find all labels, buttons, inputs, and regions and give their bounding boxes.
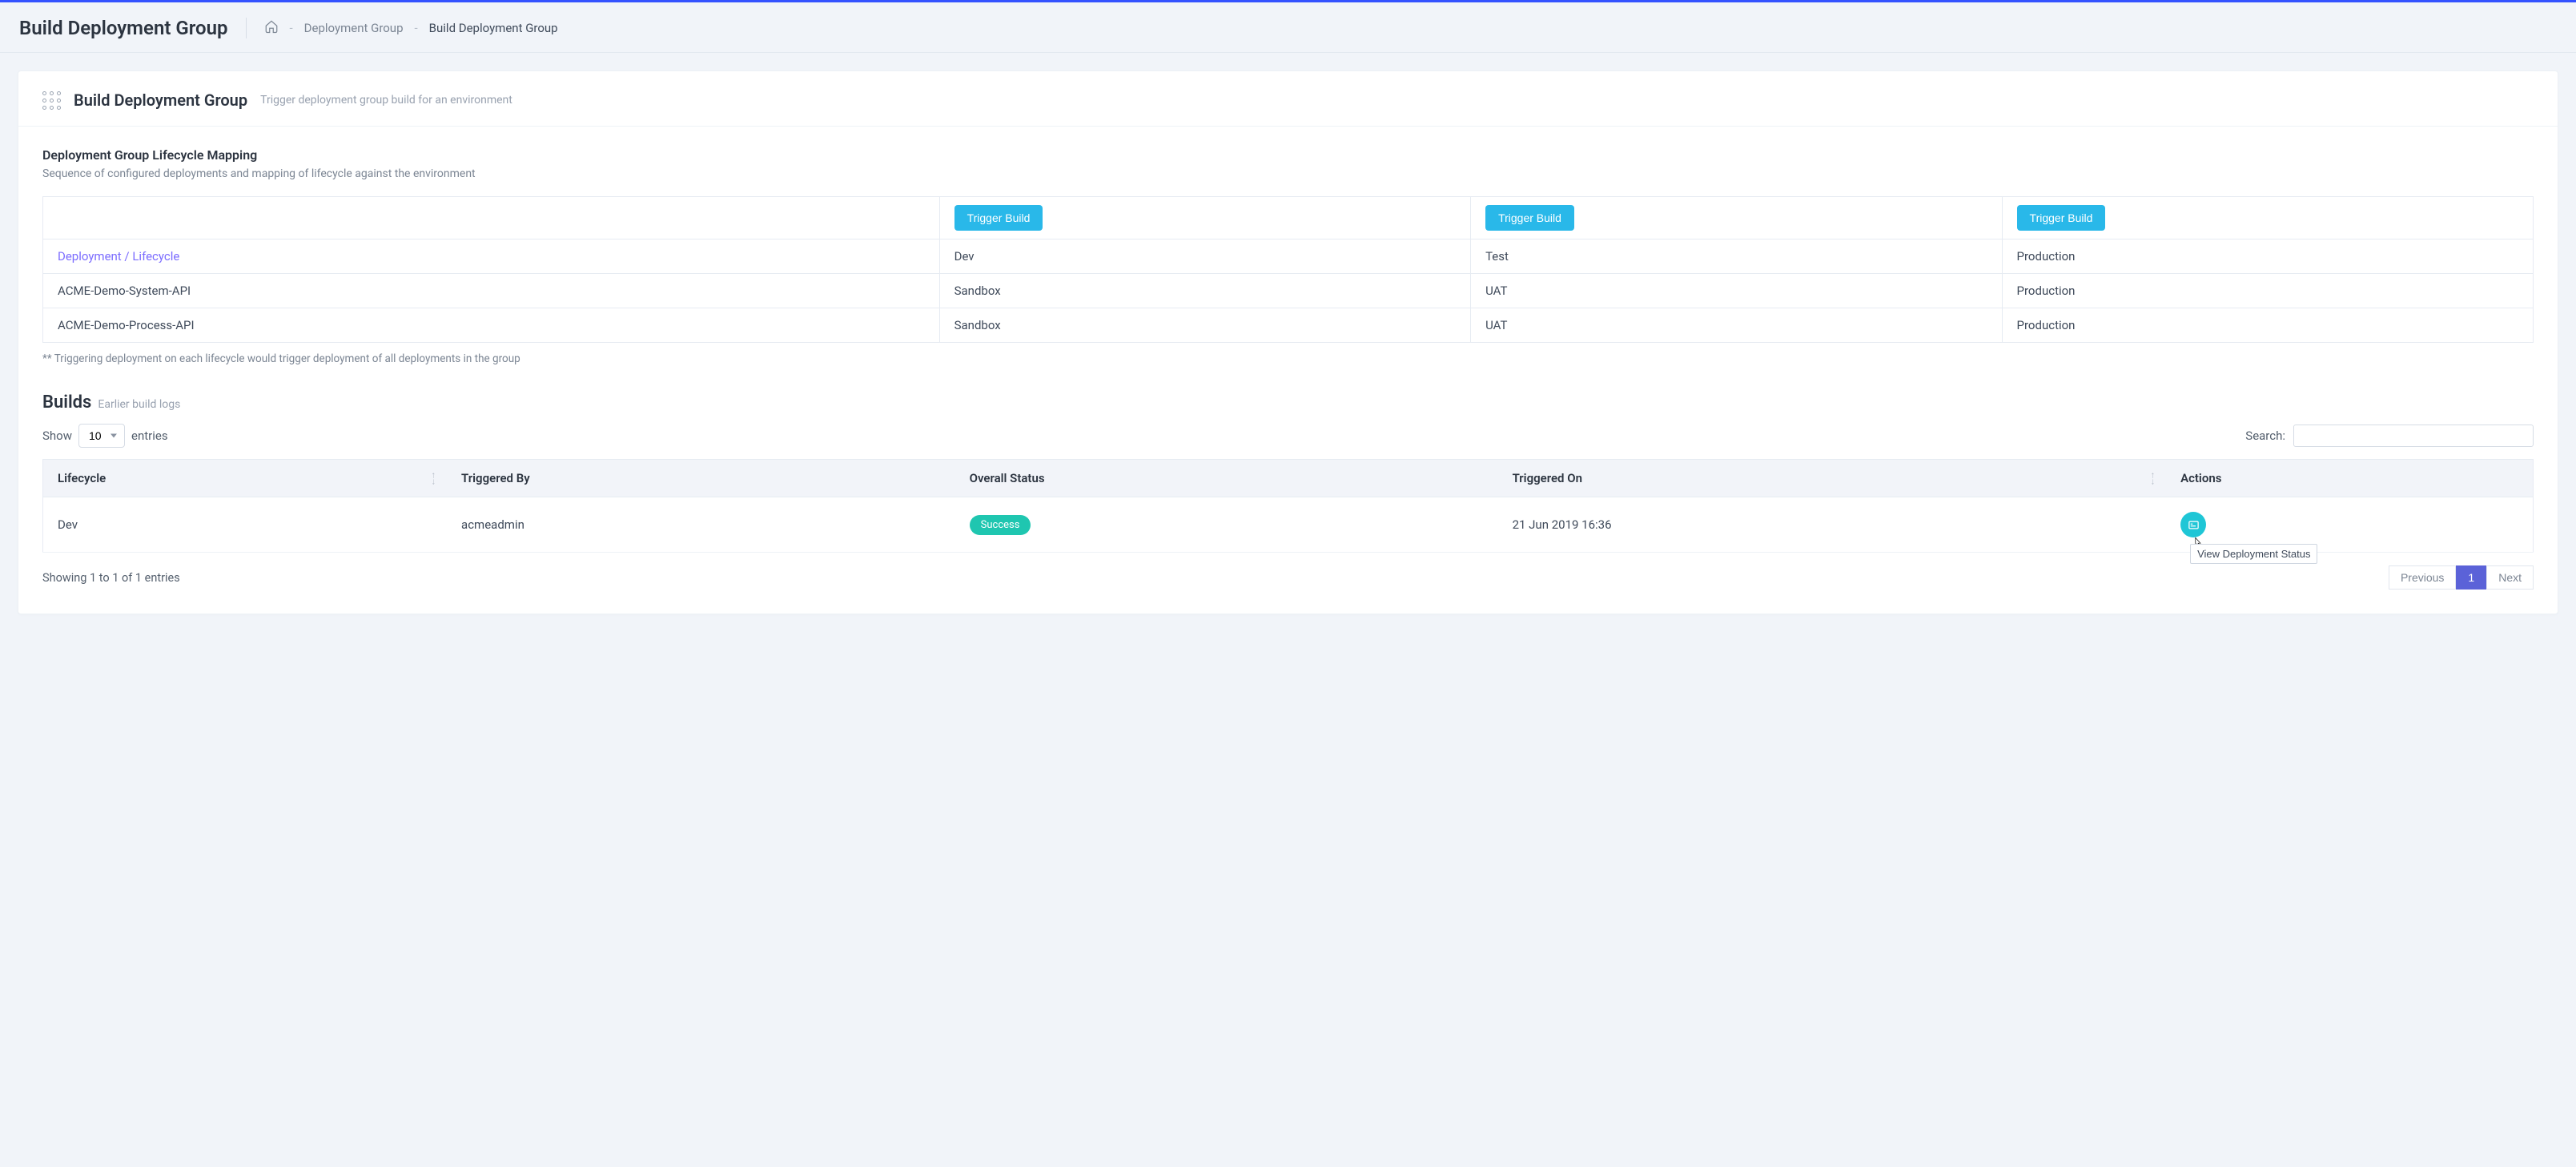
env-header-test: Test <box>1471 239 2002 274</box>
lifecycle-header-label[interactable]: Deployment / Lifecycle <box>43 239 940 274</box>
card-header: Build Deployment Group Trigger deploymen… <box>18 71 2558 127</box>
trigger-build-button-dev[interactable]: Trigger Build <box>954 205 1043 231</box>
lifecycle-cell: Production <box>2002 308 2533 343</box>
breadcrumb-sep: - <box>290 21 293 35</box>
lifecycle-cell: UAT <box>1471 308 2002 343</box>
entries-select[interactable]: 10 <box>78 424 125 448</box>
page-number-button[interactable]: 1 <box>2456 565 2486 590</box>
trigger-build-button-production[interactable]: Trigger Build <box>2017 205 2106 231</box>
header-divider <box>246 18 247 38</box>
card-subtitle: Trigger deployment group build for an en… <box>260 94 512 107</box>
col-overall-status[interactable]: Overall Status <box>955 460 1498 497</box>
deployment-name: ACME-Demo-System-API <box>43 274 940 308</box>
col-actions: Actions <box>2166 460 2533 497</box>
lifecycle-cell: Sandbox <box>939 308 1470 343</box>
search-wrap: Search: <box>2245 425 2534 447</box>
breadcrumb-item[interactable]: Deployment Group <box>304 21 404 35</box>
lifecycle-footnote: ** Triggering deployment on each lifecyc… <box>42 352 2534 365</box>
home-icon[interactable] <box>264 19 279 37</box>
builds-table: Lifecycle ↑↓ Triggered By Overall Status… <box>42 459 2534 553</box>
breadcrumb-current: Build Deployment Group <box>429 21 558 35</box>
col-label: Actions <box>2180 471 2221 485</box>
entries-info: Showing 1 to 1 of 1 entries <box>42 571 180 585</box>
next-button[interactable]: Next <box>2486 565 2534 590</box>
card-title: Build Deployment Group <box>74 91 247 110</box>
lifecycle-row: ACME-Demo-Process-API Sandbox UAT Produc… <box>43 308 2534 343</box>
table-row: Dev acmeadmin Success 21 Jun 2019 16:36 … <box>43 497 2534 553</box>
main-card: Build Deployment Group Trigger deploymen… <box>18 70 2558 614</box>
deployment-name: ACME-Demo-Process-API <box>43 308 940 343</box>
cell-status: Success <box>955 497 1498 553</box>
cell-triggered-by: acmeadmin <box>447 497 955 553</box>
col-label: Lifecycle <box>58 471 106 485</box>
cell-actions: View Deployment Status <box>2166 497 2533 553</box>
col-label: Triggered On <box>1513 471 1582 485</box>
lifecycle-table: Trigger Build Trigger Build Trigger Buil… <box>42 196 2534 343</box>
lifecycle-cell: Sandbox <box>939 274 1470 308</box>
show-label-post: entries <box>131 429 168 443</box>
tooltip: View Deployment Status <box>2190 544 2317 564</box>
search-label: Search: <box>2245 429 2285 443</box>
cell-lifecycle: Dev <box>43 497 448 553</box>
builds-subtitle: Earlier build logs <box>98 398 180 411</box>
col-triggered-on[interactable]: Triggered On ↑↓ <box>1498 460 2166 497</box>
page-title: Build Deployment Group <box>19 17 228 39</box>
pagination: Previous 1 Next <box>2389 565 2534 590</box>
env-header-dev: Dev <box>939 239 1470 274</box>
table-controls: Show 10 entries Search: <box>42 424 2534 448</box>
lifecycle-cell: Production <box>2002 274 2533 308</box>
view-deployment-status-button[interactable]: View Deployment Status <box>2180 512 2206 537</box>
lifecycle-section-title: Deployment Group Lifecycle Mapping <box>42 147 2534 163</box>
trigger-row: Trigger Build Trigger Build Trigger Buil… <box>43 197 2534 239</box>
lifecycle-section-desc: Sequence of configured deployments and m… <box>42 167 2534 180</box>
prev-button[interactable]: Previous <box>2389 565 2456 590</box>
col-label: Triggered By <box>461 471 530 485</box>
sort-icon: ↑↓ <box>432 472 436 484</box>
col-label: Overall Status <box>970 471 1045 485</box>
env-header-production: Production <box>2002 239 2533 274</box>
builds-header: Builds Earlier build logs <box>42 392 2534 412</box>
search-input[interactable] <box>2293 425 2534 447</box>
page-header: Build Deployment Group - Deployment Grou… <box>0 2 2576 53</box>
lifecycle-row: ACME-Demo-System-API Sandbox UAT Product… <box>43 274 2534 308</box>
lifecycle-header-row: Deployment / Lifecycle Dev Test Producti… <box>43 239 2534 274</box>
lifecycle-cell: UAT <box>1471 274 2002 308</box>
sort-icon: ↑↓ <box>2151 472 2156 484</box>
grid-dots-icon <box>42 91 61 110</box>
table-footer: Showing 1 to 1 of 1 entries Previous 1 N… <box>42 553 2534 590</box>
show-entries: Show 10 entries <box>42 424 168 448</box>
breadcrumb-sep: - <box>415 21 418 35</box>
cell-triggered-on: 21 Jun 2019 16:36 <box>1498 497 2166 553</box>
breadcrumb: - Deployment Group - Build Deployment Gr… <box>264 19 558 37</box>
col-lifecycle[interactable]: Lifecycle ↑↓ <box>43 460 448 497</box>
builds-title: Builds <box>42 392 91 412</box>
card-icon <box>2188 519 2200 531</box>
status-badge: Success <box>970 515 1031 535</box>
trigger-build-button-test[interactable]: Trigger Build <box>1485 205 1574 231</box>
show-label-pre: Show <box>42 429 72 443</box>
col-triggered-by[interactable]: Triggered By <box>447 460 955 497</box>
